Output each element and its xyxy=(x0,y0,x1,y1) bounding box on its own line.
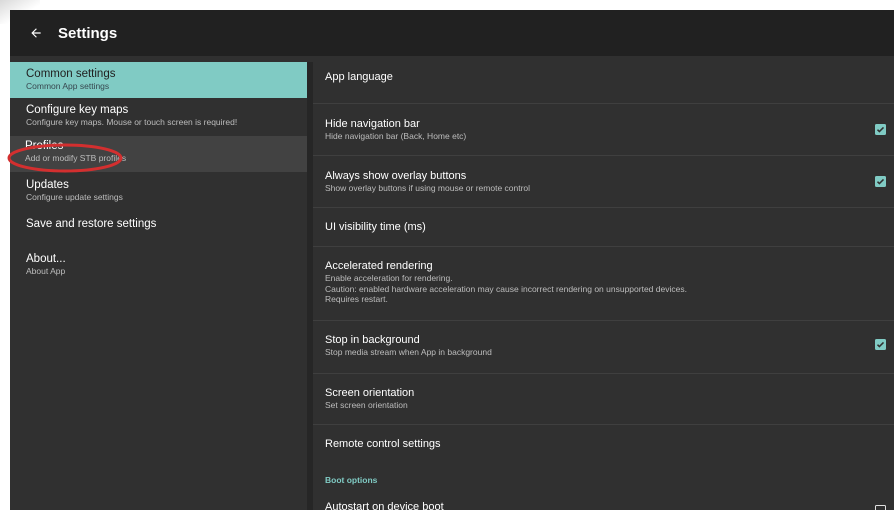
pref-title: Always show overlay buttons xyxy=(325,170,467,182)
pref-title: Autostart on device boot xyxy=(325,501,444,510)
pref-title: Screen orientation xyxy=(325,387,415,399)
settings-window: Settings Common settings Common App sett… xyxy=(10,10,894,510)
pref-summary: Hide navigation bar (Back, Home etc) xyxy=(325,131,467,141)
back-button[interactable] xyxy=(22,10,50,56)
checkmark-icon xyxy=(876,126,885,133)
pref-title: Remote control settings xyxy=(325,438,441,450)
arrow-back-icon xyxy=(31,28,41,38)
preferences-list: App language Hide navigation bar Hide na… xyxy=(313,62,894,510)
page-title: Settings xyxy=(58,24,118,42)
sidebar-item-title: Save and restore settings xyxy=(26,218,157,230)
hide-navigation-bar-checkbox[interactable] xyxy=(875,124,886,135)
pref-title: Accelerated rendering xyxy=(325,260,433,272)
pref-accelerated-rendering[interactable]: Accelerated rendering Enable acceleratio… xyxy=(313,247,894,319)
sidebar-item-save-restore[interactable]: Save and restore settings xyxy=(10,210,307,238)
sidebar: Common settings Common App settings Conf… xyxy=(10,62,307,510)
pref-summary-line: Caution: enabled hardware acceleration m… xyxy=(325,283,687,294)
pref-autostart-on-boot[interactable]: Autostart on device boot xyxy=(313,494,894,510)
pref-title: Stop in background xyxy=(325,334,420,346)
stop-in-background-checkbox[interactable] xyxy=(875,339,886,350)
sidebar-item-configure-key-maps[interactable]: Configure key maps Configure key maps. M… xyxy=(10,99,307,135)
sidebar-item-title: Profiles xyxy=(25,140,64,152)
sidebar-item-profiles[interactable]: Profiles Add or modify STB profiles xyxy=(10,136,307,172)
sidebar-item-updates[interactable]: Updates Configure update settings xyxy=(10,173,307,207)
sidebar-item-title: Configure key maps xyxy=(26,104,129,116)
always-show-overlay-checkbox[interactable] xyxy=(875,176,886,187)
pref-summary-line: Requires restart. xyxy=(325,294,388,304)
pref-remote-control-settings[interactable]: Remote control settings xyxy=(313,425,894,463)
checkmark-icon xyxy=(876,178,885,185)
sidebar-item-about[interactable]: About... About App xyxy=(10,246,307,280)
pref-app-language[interactable]: App language xyxy=(313,62,894,100)
sidebar-item-title: Updates xyxy=(26,179,69,191)
sidebar-item-title: Common settings xyxy=(26,68,116,80)
category-header-boot-options: Boot options xyxy=(325,475,378,485)
pref-summary-line: Enable acceleration for rendering. xyxy=(325,273,453,283)
pref-screen-orientation[interactable]: Screen orientation Set screen orientatio… xyxy=(313,374,894,424)
sidebar-item-subtitle: Add or modify STB profiles xyxy=(25,153,127,163)
sidebar-item-title: About... xyxy=(26,253,66,265)
pref-summary: Stop media stream when App in background xyxy=(325,347,492,357)
pref-summary: Show overlay buttons if using mouse or r… xyxy=(325,183,531,193)
toolbar: Settings xyxy=(10,10,894,56)
pref-summary: Set screen orientation xyxy=(325,400,408,410)
autostart-checkbox[interactable] xyxy=(875,505,886,510)
sidebar-item-subtitle: Common App settings xyxy=(26,81,110,91)
sidebar-item-subtitle: Configure update settings xyxy=(26,192,123,202)
pref-title: UI visibility time (ms) xyxy=(325,221,426,233)
pref-ui-visibility-time[interactable]: UI visibility time (ms) xyxy=(313,208,894,246)
pref-hide-navigation-bar[interactable]: Hide navigation bar Hide navigation bar … xyxy=(313,104,894,154)
pref-title: Hide navigation bar xyxy=(325,118,420,130)
pref-always-show-overlay[interactable]: Always show overlay buttons Show overlay… xyxy=(313,156,894,206)
sidebar-item-subtitle: Configure key maps. Mouse or touch scree… xyxy=(26,117,238,127)
pref-stop-in-background[interactable]: Stop in background Stop media stream whe… xyxy=(313,321,894,373)
checkmark-icon xyxy=(876,341,885,348)
pref-title: App language xyxy=(325,71,393,83)
sidebar-item-common-settings[interactable]: Common settings Common App settings xyxy=(10,62,307,98)
sidebar-item-subtitle: About App xyxy=(26,266,66,276)
